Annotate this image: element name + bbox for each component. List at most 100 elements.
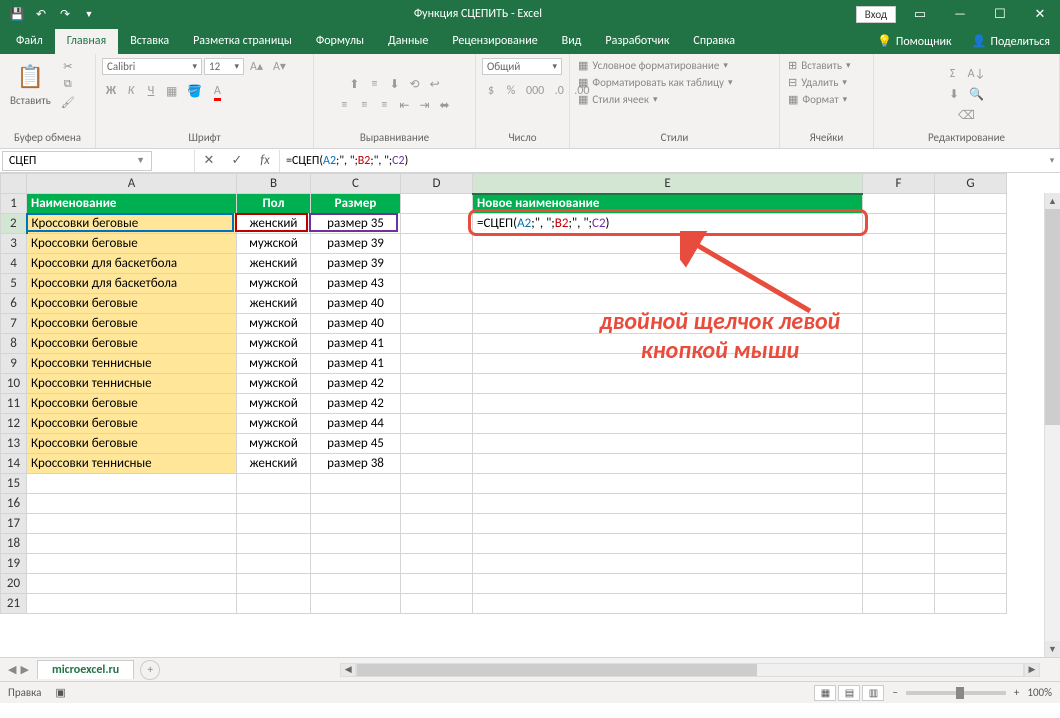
tab-review[interactable]: Рецензирование <box>440 29 549 54</box>
cell-G8[interactable] <box>935 334 1007 354</box>
cell-E15[interactable] <box>473 474 863 494</box>
cell-C2[interactable]: размер 35 <box>311 214 401 234</box>
cell-A17[interactable] <box>27 514 237 534</box>
assistant-button[interactable]: 💡Помощник <box>867 29 962 54</box>
cell-D13[interactable] <box>401 434 473 454</box>
copy-icon[interactable]: ⧉ <box>59 76 77 92</box>
align-bottom-icon[interactable]: ⬇ <box>385 76 403 93</box>
cell-D18[interactable] <box>401 534 473 554</box>
undo-icon[interactable]: ↶ <box>30 3 52 25</box>
increase-font-icon[interactable]: A▴ <box>246 58 267 75</box>
wrap-text-icon[interactable]: ↩ <box>426 76 444 93</box>
cell-D9[interactable] <box>401 354 473 374</box>
find-icon[interactable]: 🔍 <box>965 86 988 103</box>
decrease-indent-icon[interactable]: ⇤ <box>395 97 413 114</box>
insert-cells-button[interactable]: ⊞Вставить▾ <box>786 58 853 73</box>
cell-G11[interactable] <box>935 394 1007 414</box>
row-header-9[interactable]: 9 <box>1 354 27 374</box>
cell-B7[interactable]: мужской <box>237 314 311 334</box>
row-header-5[interactable]: 5 <box>1 274 27 294</box>
increase-decimal-icon[interactable]: .0 <box>550 83 568 99</box>
tab-layout[interactable]: Разметка страницы <box>181 29 304 54</box>
cell-B17[interactable] <box>237 514 311 534</box>
cell-C20[interactable] <box>311 574 401 594</box>
cell-E17[interactable] <box>473 514 863 534</box>
cell-G2[interactable] <box>935 214 1007 234</box>
cell-B18[interactable] <box>237 534 311 554</box>
cell-G4[interactable] <box>935 254 1007 274</box>
cell-G19[interactable] <box>935 554 1007 574</box>
cell-F2[interactable] <box>863 214 935 234</box>
cell-B6[interactable]: женский <box>237 294 311 314</box>
cell-B21[interactable] <box>237 594 311 614</box>
col-header-E[interactable]: E <box>473 174 863 194</box>
row-header-10[interactable]: 10 <box>1 374 27 394</box>
cell-B9[interactable]: мужской <box>237 354 311 374</box>
row-header-6[interactable]: 6 <box>1 294 27 314</box>
autosum-icon[interactable]: Σ <box>944 66 962 82</box>
cell-G15[interactable] <box>935 474 1007 494</box>
row-header-8[interactable]: 8 <box>1 334 27 354</box>
cell-E12[interactable] <box>473 414 863 434</box>
cell-D14[interactable] <box>401 454 473 474</box>
scroll-right-icon[interactable]: ▶ <box>1024 663 1040 677</box>
cell-A21[interactable] <box>27 594 237 614</box>
macro-record-icon[interactable]: ▣ <box>55 686 65 699</box>
worksheet-grid[interactable]: ABCDEFG1НаименованиеПолРазмерНовое наиме… <box>0 173 1060 657</box>
cell-B8[interactable]: мужской <box>237 334 311 354</box>
cell-D3[interactable] <box>401 234 473 254</box>
cell-E20[interactable] <box>473 574 863 594</box>
cell-F21[interactable] <box>863 594 935 614</box>
cell-C5[interactable]: размер 43 <box>311 274 401 294</box>
border-icon[interactable]: ▦ <box>162 83 181 100</box>
cell-B15[interactable] <box>237 474 311 494</box>
cell-A19[interactable] <box>27 554 237 574</box>
col-header-F[interactable]: F <box>863 174 935 194</box>
cell-C11[interactable]: размер 42 <box>311 394 401 414</box>
col-header-G[interactable]: G <box>935 174 1007 194</box>
cell-G20[interactable] <box>935 574 1007 594</box>
underline-icon[interactable]: Ч <box>142 83 160 100</box>
vertical-scrollbar[interactable]: ▲ ▼ <box>1044 193 1060 657</box>
cell-C14[interactable]: размер 38 <box>311 454 401 474</box>
cell-D11[interactable] <box>401 394 473 414</box>
cell-E1[interactable]: Новое наименование <box>473 194 863 214</box>
col-header-B[interactable]: B <box>237 174 311 194</box>
fill-icon[interactable]: ⬇ <box>945 86 963 103</box>
cell-B20[interactable] <box>237 574 311 594</box>
sort-filter-icon[interactable]: A↓ <box>964 66 990 82</box>
number-format-combo[interactable]: Общий▾ <box>482 58 562 75</box>
align-top-icon[interactable]: ⬆ <box>345 76 363 93</box>
cell-F10[interactable] <box>863 374 935 394</box>
cell-G9[interactable] <box>935 354 1007 374</box>
cell-F18[interactable] <box>863 534 935 554</box>
scroll-left-icon[interactable]: ◀ <box>340 663 356 677</box>
cell-G7[interactable] <box>935 314 1007 334</box>
cell-D15[interactable] <box>401 474 473 494</box>
cell-F15[interactable] <box>863 474 935 494</box>
cell-C21[interactable] <box>311 594 401 614</box>
cell-E21[interactable] <box>473 594 863 614</box>
cell-D1[interactable] <box>401 194 473 214</box>
cancel-formula-icon[interactable]: ✕ <box>195 150 223 172</box>
cell-C12[interactable]: размер 44 <box>311 414 401 434</box>
cell-C15[interactable] <box>311 474 401 494</box>
page-break-view-icon[interactable]: ▥ <box>862 685 884 701</box>
row-header-1[interactable]: 1 <box>1 194 27 214</box>
cell-B2[interactable]: женский <box>237 214 311 234</box>
cell-D10[interactable] <box>401 374 473 394</box>
row-header-19[interactable]: 19 <box>1 554 27 574</box>
formula-input[interactable]: =СЦЕП(A2;", ";B2;", ";C2) <box>280 152 1044 170</box>
cell-A1[interactable]: Наименование <box>27 194 237 214</box>
cell-D17[interactable] <box>401 514 473 534</box>
cell-C3[interactable]: размер 39 <box>311 234 401 254</box>
cell-C18[interactable] <box>311 534 401 554</box>
cell-B12[interactable]: мужской <box>237 414 311 434</box>
format-as-table-button[interactable]: ▦Форматировать как таблицу▾ <box>576 75 734 90</box>
row-header-21[interactable]: 21 <box>1 594 27 614</box>
sheet-nav-next-icon[interactable]: ▶ <box>20 663 28 676</box>
cell-G1[interactable] <box>935 194 1007 214</box>
cell-G18[interactable] <box>935 534 1007 554</box>
cell-F11[interactable] <box>863 394 935 414</box>
bold-icon[interactable]: Ж <box>102 83 120 100</box>
